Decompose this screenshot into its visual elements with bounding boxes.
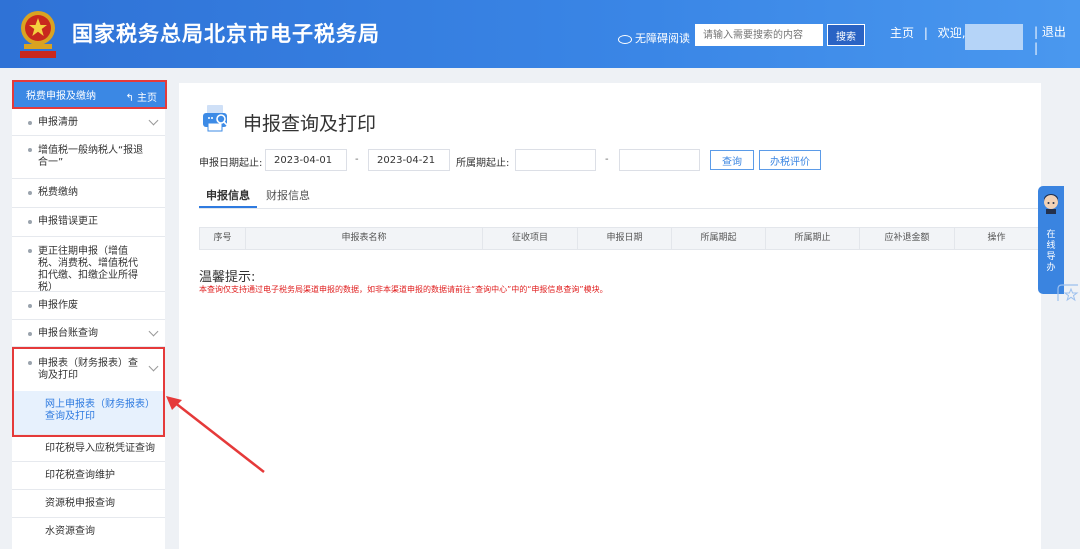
sidebar-home-link[interactable]: ↰ 主页 <box>125 89 157 104</box>
sidebar-subitem-stamp-import[interactable]: 印花税导入应税凭证查询 <box>12 435 165 462</box>
tax-emblem-icon <box>20 11 56 58</box>
sidebar-subitem-water-resource[interactable]: 水资源查询 <box>12 518 165 546</box>
separator: | <box>1034 41 1039 55</box>
star-favorite-icon[interactable] <box>1056 283 1080 303</box>
top-links: 主页 | 欢迎, <box>890 24 972 41</box>
sidebar-item-label: 申报台账查询 <box>38 328 98 339</box>
chevron-down-icon[interactable] <box>148 115 159 126</box>
sidebar-header[interactable]: 税费申报及缴纳 ↰ 主页 <box>12 80 167 109</box>
period-label: 所属期起止: <box>456 158 510 169</box>
col-header: 所属期起 <box>672 228 766 249</box>
sidebar-item-label: 税费缴纳 <box>38 187 78 198</box>
sidebar-item-label: 申报错误更正 <box>38 216 98 227</box>
eye-icon <box>618 34 632 44</box>
bullet-icon <box>28 191 32 195</box>
period-end-input[interactable] <box>619 149 700 171</box>
sidebar-item-ledger-query[interactable]: 申报台账查询 <box>12 320 165 347</box>
bullet-icon <box>28 220 32 224</box>
col-header: 所属期止 <box>766 228 860 249</box>
search-input[interactable] <box>695 24 823 46</box>
period-start-input[interactable] <box>515 149 596 171</box>
separator: | <box>1034 25 1039 39</box>
date-dash: - <box>355 154 359 165</box>
page-title: 申报查询及打印 <box>243 113 377 135</box>
bullet-icon <box>28 304 32 308</box>
accessibility-label: 无障碍阅读 <box>635 32 690 45</box>
tab-declare-info[interactable]: 申报信息 <box>206 187 250 203</box>
table-header: 序号 申报表名称 征收项目 申报日期 所属期起 所属期止 应补退金额 操作 <box>199 227 1039 250</box>
online-guide-widget[interactable]: 在线导办 <box>1038 186 1064 294</box>
logout-link[interactable]: 退出 <box>1042 25 1066 39</box>
sidebar-item-label: 申报清册 <box>38 117 78 128</box>
sidebar-item-filing-list[interactable]: 申报清册 <box>12 109 165 136</box>
period-dash: - <box>605 154 609 165</box>
bullet-icon <box>28 148 32 152</box>
sidebar-subitem-label: 网上申报表（财务报表）查询及打印 <box>45 399 155 422</box>
tip-title: 温馨提示: <box>199 270 256 285</box>
sidebar-subitem-label: 资源税申报查询 <box>45 498 115 509</box>
rate-button[interactable]: 办税评价 <box>759 150 821 170</box>
sidebar-subitem-label: 印花税查询维护 <box>45 470 115 481</box>
print-query-icon <box>203 105 228 132</box>
tip-text: 本查询仅支持通过电子税务局渠道申报的数据，如非本渠道申报的数据请前往“查询中心”… <box>199 285 608 294</box>
tab-divider <box>199 208 1039 209</box>
chevron-down-icon[interactable] <box>148 326 159 337</box>
sidebar-subitem-stamp-maintain[interactable]: 印花税查询维护 <box>12 462 165 490</box>
redacted-username <box>965 24 1023 50</box>
sidebar-header-label: 税费申报及缴纳 <box>26 91 96 102</box>
bullet-icon <box>28 249 32 253</box>
sidebar-item-void[interactable]: 申报作废 <box>12 292 165 320</box>
logout-area: | 退出 | <box>1034 24 1066 56</box>
sidebar-item-label: 申报作废 <box>38 300 78 311</box>
col-header: 操作 <box>987 233 1006 243</box>
active-tab-indicator <box>199 206 257 208</box>
top-header: 国家税务总局北京市电子税务局 无障碍阅读 搜索 主页 | 欢迎, | 退出 | <box>0 0 1080 68</box>
sidebar-item-label: 更正往期申报（增值税、消费税、增值税代扣代缴、扣缴企业所得税） <box>38 246 138 293</box>
bullet-icon <box>28 332 32 336</box>
assistant-robot-icon <box>1044 194 1058 214</box>
separator: | <box>923 26 928 40</box>
end-date-input[interactable]: 2023-04-21 <box>368 149 450 171</box>
bullet-icon <box>28 361 32 365</box>
sidebar-item-report-print[interactable]: 申报表（财务报表）查询及打印 <box>12 349 165 390</box>
tab-financial-info[interactable]: 财报信息 <box>266 187 310 203</box>
chevron-down-icon[interactable] <box>148 361 159 372</box>
home-link[interactable]: 主页 <box>890 26 914 40</box>
sidebar-item-past-correction[interactable]: 更正往期申报（增值税、消费税、增值税代扣代缴、扣缴企业所得税） <box>12 237 165 293</box>
sidebar-item-tax-payment[interactable]: 税费缴纳 <box>12 179 165 208</box>
site-title: 国家税务总局北京市电子税务局 <box>72 22 380 46</box>
sidebar-subitem-online-report-print[interactable]: 网上申报表（财务报表）查询及打印 <box>12 391 165 435</box>
sidebar-subitem-label: 印花税导入应税凭证查询 <box>45 443 155 454</box>
col-header: 应补退金额 <box>860 228 955 249</box>
query-button[interactable]: 查询 <box>710 150 754 170</box>
col-header: 征收项目 <box>483 228 578 249</box>
start-date-input[interactable]: 2023-04-01 <box>265 149 347 171</box>
bullet-icon <box>28 121 32 125</box>
sidebar-subitem-label: 水资源查询 <box>45 526 95 537</box>
sidebar-item-vat-refund[interactable]: 增值税一般纳税人“报退合一” <box>12 136 165 179</box>
sidebar-item-label: 增值税一般纳税人“报退合一” <box>38 145 144 168</box>
search-button[interactable]: 搜索 <box>827 24 865 46</box>
col-header: 申报日期 <box>578 228 672 249</box>
declare-date-label: 申报日期起止: <box>199 158 263 169</box>
accessibility-toggle[interactable]: 无障碍阅读 <box>618 30 690 46</box>
col-header: 申报表名称 <box>246 228 483 249</box>
online-guide-label: 在线导办 <box>1046 230 1056 273</box>
welcome-text: 欢迎, <box>937 26 966 40</box>
sidebar-item-error-correction[interactable]: 申报错误更正 <box>12 208 165 237</box>
sidebar-subitem-resource-tax[interactable]: 资源税申报查询 <box>12 490 165 518</box>
sidebar-item-label: 申报表（财务报表）查询及打印 <box>38 358 138 381</box>
sidebar-home-label: 主页 <box>137 93 157 104</box>
col-header: 序号 <box>200 228 246 249</box>
